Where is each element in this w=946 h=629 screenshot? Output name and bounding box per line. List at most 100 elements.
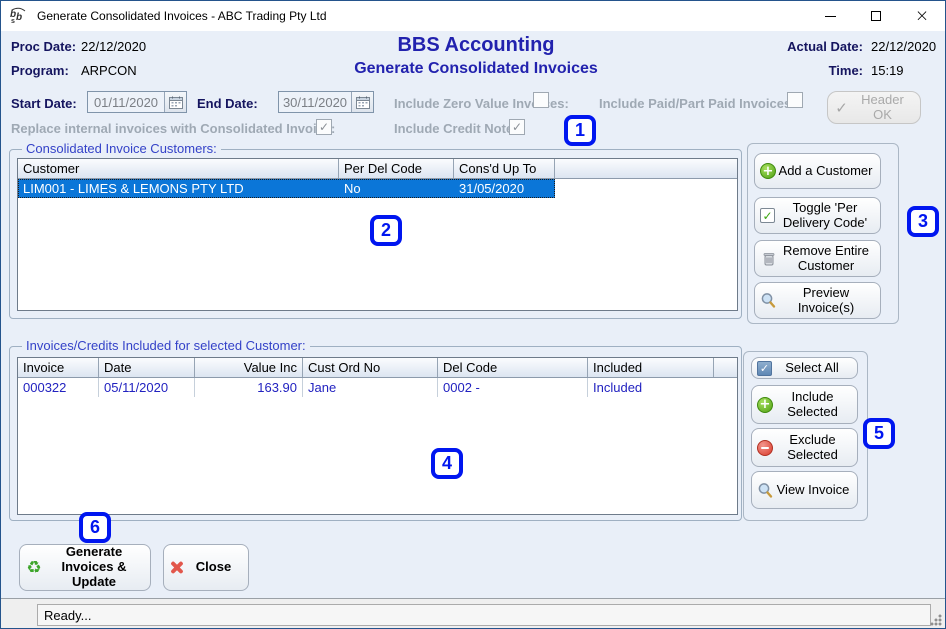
annotation-4: 4	[431, 448, 463, 479]
calendar-icon	[356, 96, 370, 109]
start-date-field[interactable]: 01/11/2020	[87, 91, 187, 113]
invoices-group-label: Invoices/Credits Included for selected C…	[22, 338, 310, 353]
preview-invoices-label: Preview Invoice(s)	[777, 286, 875, 316]
maximize-button[interactable]	[853, 1, 899, 31]
green-checkbox-icon: ✓	[760, 208, 775, 223]
exclude-selected-button[interactable]: Exclude Selected	[751, 428, 858, 467]
close-label: Close	[184, 560, 243, 575]
col-invoice[interactable]: Invoice	[18, 358, 99, 377]
include-credit-label: Include Credit Notes:	[394, 121, 525, 136]
cell-cust-ord-no: Jane	[303, 378, 438, 397]
actual-date-row: Actual Date: 22/12/2020	[769, 39, 939, 54]
include-zero-checkbox[interactable]	[533, 92, 549, 108]
end-date-value: 30/11/2020	[279, 95, 351, 110]
preview-invoices-button[interactable]: Preview Invoice(s)	[754, 282, 881, 319]
annotation-6: 6	[79, 512, 111, 543]
include-paid-checkbox[interactable]	[787, 92, 803, 108]
red-x-icon	[169, 560, 184, 575]
app-logo-icon: b b s	[9, 7, 29, 25]
generate-invoices-button[interactable]: ♻ Generate Invoices & Update	[19, 544, 151, 591]
page-subtitle: Generate Consolidated Invoices	[251, 60, 701, 78]
customers-table-header: Customer Per Del Code Cons'd Up To	[18, 159, 737, 179]
cell-included: Included	[588, 378, 714, 397]
close-window-button[interactable]: ×	[899, 1, 945, 31]
svg-text:b: b	[16, 12, 22, 23]
col-filler	[555, 159, 737, 178]
include-selected-label: Include Selected	[773, 390, 852, 420]
replace-internal-label: Replace internal invoices with Consolida…	[11, 121, 335, 136]
annotation-3: 3	[907, 206, 939, 237]
start-date-value: 01/11/2020	[88, 95, 164, 110]
proc-date-value: 22/12/2020	[81, 39, 146, 54]
page-title: BBS Accounting	[251, 34, 701, 57]
invoice-row[interactable]: 000322 05/11/2020 163.90 Jane 0002 - Inc…	[18, 378, 737, 397]
blue-checkbox-icon: ✓	[757, 361, 772, 376]
program-value: ARPCON	[81, 63, 137, 78]
time-label: Time:	[829, 63, 863, 78]
start-date-label: Start Date:	[11, 96, 77, 111]
include-selected-button[interactable]: + Include Selected	[751, 385, 858, 424]
invoices-table-header: Invoice Date Value Inc Cust Ord No Del C…	[18, 358, 737, 378]
invoices-table: Invoice Date Value Inc Cust Ord No Del C…	[17, 357, 738, 515]
annotation-1: 1	[564, 115, 596, 146]
include-paid-label: Include Paid/Part Paid Invoices:	[599, 96, 796, 111]
cell-date: 05/11/2020	[99, 378, 195, 397]
exclude-selected-label: Exclude Selected	[773, 433, 852, 463]
customers-group-label: Consolidated Invoice Customers:	[22, 141, 221, 156]
customer-row[interactable]: LIM001 - LIMES & LEMONS PTY LTD No 31/05…	[18, 179, 555, 198]
view-invoice-button[interactable]: View Invoice	[751, 471, 858, 509]
resize-grip[interactable]	[930, 614, 942, 626]
include-credit-checkbox[interactable]: ✓	[509, 119, 525, 135]
cell-customer: LIM001 - LIMES & LEMONS PTY LTD	[18, 181, 339, 196]
col-filler	[714, 358, 737, 377]
time-value: 15:19	[871, 63, 939, 78]
col-date[interactable]: Date	[99, 358, 195, 377]
title-bar: b b s Generate Consolidated Invoices - A…	[1, 1, 945, 31]
toggle-per-delivery-code-label: Toggle 'Per Delivery Code'	[775, 201, 875, 231]
col-cust-ord-no[interactable]: Cust Ord No	[303, 358, 438, 377]
col-per-del-code[interactable]: Per Del Code	[339, 159, 454, 178]
col-value-inc[interactable]: Value Inc	[195, 358, 303, 377]
end-date-calendar-button[interactable]	[351, 92, 373, 112]
proc-date-label: Proc Date:	[11, 39, 76, 54]
maximize-icon	[871, 11, 881, 21]
col-del-code[interactable]: Del Code	[438, 358, 588, 377]
minimize-button[interactable]	[807, 1, 853, 31]
select-all-button[interactable]: ✓ Select All	[751, 357, 858, 379]
calendar-icon	[169, 96, 183, 109]
program-label: Program:	[11, 63, 69, 78]
end-date-label: End Date:	[197, 96, 258, 111]
magnifier-icon	[760, 292, 777, 309]
header-ok-button[interactable]: ✓ Header OK	[827, 91, 921, 124]
trash-icon	[760, 250, 777, 267]
close-icon: ×	[915, 8, 929, 25]
cell-del-code: 0002 -	[438, 378, 588, 397]
col-included[interactable]: Included	[588, 358, 714, 377]
close-button[interactable]: Close	[163, 544, 249, 591]
cell-per-del-code: No	[339, 181, 454, 196]
time-row: Time: 15:19	[769, 63, 939, 78]
actual-date-label: Actual Date:	[787, 39, 863, 54]
check-icon: ✓	[833, 99, 850, 116]
window-title: Generate Consolidated Invoices - ABC Tra…	[37, 9, 327, 23]
actual-date-value: 22/12/2020	[871, 39, 939, 54]
add-circle-icon: +	[757, 397, 773, 413]
col-consd-up-to[interactable]: Cons'd Up To	[454, 159, 555, 178]
replace-internal-checkbox[interactable]: ✓	[316, 119, 332, 135]
recycle-icon: ♻	[25, 559, 43, 576]
magnifier-icon	[757, 482, 774, 499]
add-customer-label: Add a Customer	[776, 164, 875, 179]
remove-entire-customer-button[interactable]: Remove Entire Customer	[754, 240, 881, 277]
annotation-2: 2	[370, 215, 402, 246]
end-date-field[interactable]: 30/11/2020	[278, 91, 374, 113]
col-customer[interactable]: Customer	[18, 159, 339, 178]
add-customer-button[interactable]: + Add a Customer	[754, 153, 881, 189]
svg-text:s: s	[11, 18, 15, 25]
select-all-label: Select All	[772, 361, 852, 376]
minimize-icon	[825, 16, 836, 17]
remove-entire-customer-label: Remove Entire Customer	[777, 244, 875, 274]
start-date-calendar-button[interactable]	[164, 92, 186, 112]
status-text: Ready...	[44, 608, 91, 623]
toggle-per-delivery-code-button[interactable]: ✓ Toggle 'Per Delivery Code'	[754, 197, 881, 234]
add-circle-icon: +	[760, 163, 776, 179]
